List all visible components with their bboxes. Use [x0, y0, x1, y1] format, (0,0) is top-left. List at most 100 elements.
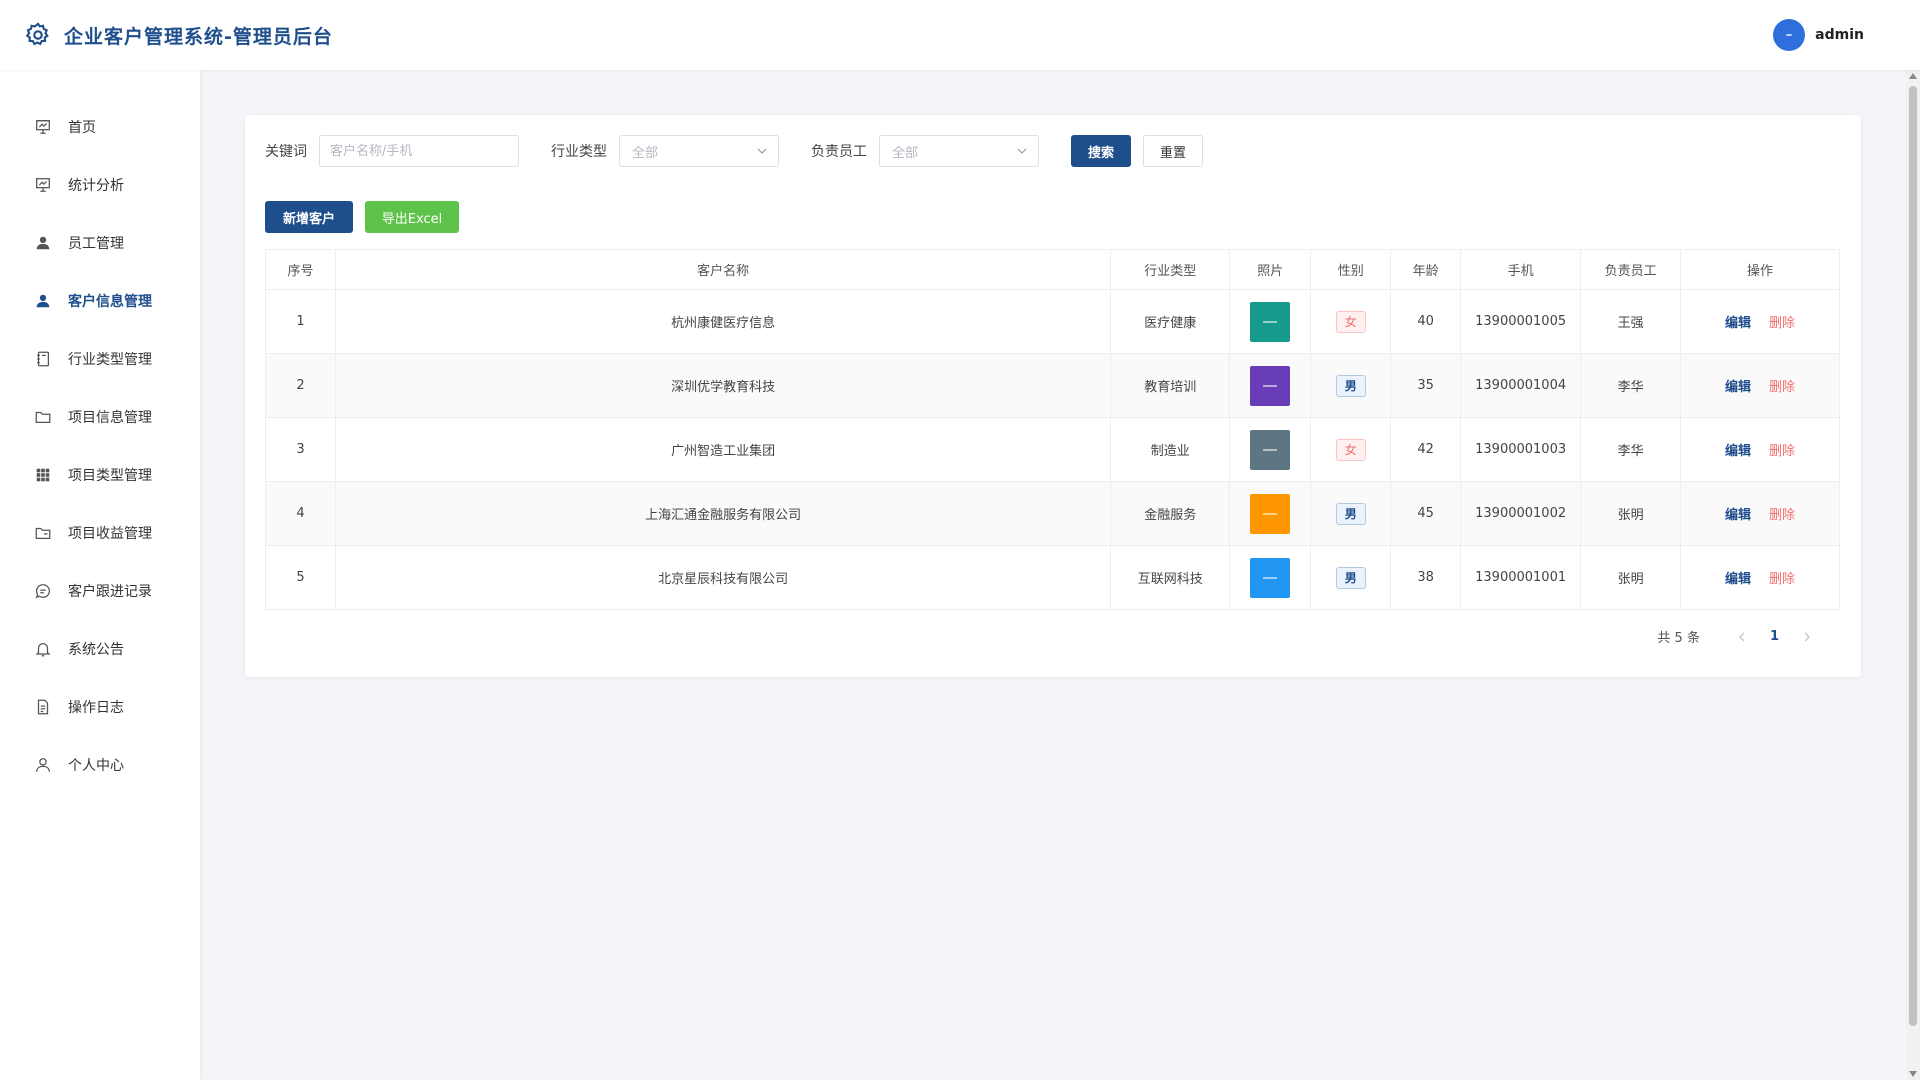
- cell-actions: 编辑 删除: [1680, 545, 1840, 610]
- customer-photo[interactable]: [1250, 557, 1291, 598]
- chevron-right-icon[interactable]: [1799, 629, 1815, 645]
- cell-age: 38: [1390, 545, 1462, 610]
- sidebar-item-label: 操作日志: [68, 700, 124, 716]
- customer-photo[interactable]: [1250, 429, 1291, 470]
- user-filled-icon: [36, 236, 50, 250]
- scroll-down-arrow-icon[interactable]: [1909, 1071, 1917, 1077]
- cell-industry: 互联网科技: [1110, 545, 1231, 610]
- cell-photo: [1229, 353, 1312, 418]
- cell-age: 45: [1390, 481, 1462, 546]
- cell-gender: 男: [1310, 353, 1392, 418]
- table-row: 1 杭州康健医疗信息 医疗健康 女 40 13900001005 王强 编辑 删除: [265, 289, 1840, 354]
- cell-gender: 女: [1310, 289, 1392, 354]
- filter-bar: 关键词 行业类型 全部 负责员工 全部 搜索 重置: [265, 135, 1203, 167]
- customer-photo[interactable]: [1250, 365, 1291, 406]
- cell-actions: 编辑 删除: [1680, 417, 1840, 482]
- sidebar-item-projects[interactable]: 项目信息管理: [0, 388, 200, 446]
- total-count: 共 5 条: [1657, 631, 1700, 646]
- cell-staff: 李华: [1580, 353, 1682, 418]
- sidebar-item-label: 行业类型管理: [68, 352, 152, 368]
- sidebar-item-logs[interactable]: 操作日志: [0, 678, 200, 736]
- gender-tag: 男: [1335, 502, 1366, 525]
- table-row: 3 广州智造工业集团 制造业 女 42 13900001003 李华 编辑 删除: [265, 417, 1840, 482]
- cell-customer-name: 上海汇通金融服务有限公司: [334, 481, 1112, 546]
- presentation-icon: [36, 120, 50, 134]
- sidebar-item-project-types[interactable]: 项目类型管理: [0, 446, 200, 504]
- scrollbar-thumb[interactable]: [1909, 86, 1917, 1026]
- cell-staff: 王强: [1580, 289, 1682, 354]
- user-menu[interactable]: admin: [1773, 19, 1864, 51]
- cell-no: 3: [265, 417, 336, 482]
- sidebar-item-label: 项目类型管理: [68, 468, 152, 484]
- table-row: 4 上海汇通金融服务有限公司 金融服务 男 45 13900001002 张明 …: [265, 481, 1840, 546]
- edit-link[interactable]: 编辑: [1725, 444, 1751, 459]
- sidebar-item-statistics[interactable]: 统计分析: [0, 156, 200, 214]
- table-header-row: 序号 客户名称 行业类型 照片 性别 年龄 手机 负责员工 操作: [265, 249, 1840, 290]
- chevron-left-icon[interactable]: [1734, 629, 1750, 645]
- sidebar-item-label: 统计分析: [68, 178, 124, 194]
- page-number[interactable]: 1: [1770, 629, 1779, 644]
- cell-gender: 男: [1310, 481, 1392, 546]
- edit-link[interactable]: 编辑: [1725, 572, 1751, 587]
- cell-photo: [1229, 545, 1312, 610]
- staff-select[interactable]: 全部: [879, 135, 1039, 167]
- delete-link[interactable]: 删除: [1769, 316, 1795, 331]
- cell-industry: 金融服务: [1110, 481, 1231, 546]
- sidebar-item-home[interactable]: 首页: [0, 98, 200, 156]
- cell-actions: 编辑 删除: [1680, 353, 1840, 418]
- gender-tag: 女: [1335, 310, 1366, 333]
- sidebar-item-customers[interactable]: 客户信息管理: [0, 272, 200, 330]
- sidebar-item-profile[interactable]: 个人中心: [0, 736, 200, 794]
- cell-actions: 编辑 删除: [1680, 481, 1840, 546]
- delete-link[interactable]: 删除: [1769, 508, 1795, 523]
- cell-actions: 编辑 删除: [1680, 289, 1840, 354]
- sidebar-item-employees[interactable]: 员工管理: [0, 214, 200, 272]
- keyword-input[interactable]: [319, 135, 519, 167]
- cell-phone: 13900001004: [1460, 353, 1582, 418]
- sidebar-item-industry-types[interactable]: 行业类型管理: [0, 330, 200, 388]
- bell-icon: [35, 642, 51, 657]
- cell-customer-name: 杭州康健医疗信息: [334, 289, 1112, 354]
- cell-photo: [1229, 417, 1312, 482]
- industry-select[interactable]: 全部: [619, 135, 779, 167]
- sidebar-item-project-revenue[interactable]: 项目收益管理: [0, 504, 200, 562]
- delete-link[interactable]: 删除: [1769, 444, 1795, 459]
- export-excel-button[interactable]: 导出Excel: [365, 201, 459, 233]
- customer-photo[interactable]: [1250, 301, 1291, 342]
- delete-link[interactable]: 删除: [1769, 380, 1795, 395]
- cell-age: 35: [1390, 353, 1462, 418]
- add-customer-button[interactable]: 新增客户: [265, 201, 353, 233]
- search-button[interactable]: 搜索: [1071, 135, 1131, 167]
- customer-list-card: 关键词 行业类型 全部 负责员工 全部 搜索 重置 新增客户 导出Excel 序…: [245, 115, 1861, 677]
- vertical-scrollbar[interactable]: [1906, 70, 1920, 1080]
- gender-tag: 女: [1335, 438, 1366, 461]
- column-header: 手机: [1460, 249, 1582, 290]
- keyword-label: 关键词: [265, 144, 307, 160]
- sidebar-item-label: 个人中心: [68, 758, 124, 774]
- column-header: 照片: [1229, 249, 1312, 290]
- edit-link[interactable]: 编辑: [1725, 380, 1751, 395]
- cell-phone: 13900001003: [1460, 417, 1582, 482]
- cell-phone: 13900001002: [1460, 481, 1582, 546]
- delete-link[interactable]: 删除: [1769, 572, 1795, 587]
- cell-photo: [1229, 481, 1312, 546]
- cell-gender: 男: [1310, 545, 1392, 610]
- avatar[interactable]: [1773, 19, 1806, 51]
- edit-link[interactable]: 编辑: [1725, 316, 1751, 331]
- scroll-up-arrow-icon[interactable]: [1909, 73, 1917, 79]
- sidebar-item-announcements[interactable]: 系统公告: [0, 620, 200, 678]
- user-filled-icon: [36, 294, 50, 308]
- grid-icon: [36, 468, 50, 482]
- sidebar-item-followups[interactable]: 客户跟进记录: [0, 562, 200, 620]
- top-header: 企业客户管理系统-管理员后台 admin: [0, 0, 1920, 70]
- cell-age: 40: [1390, 289, 1462, 354]
- cell-customer-name: 广州智造工业集团: [334, 417, 1112, 482]
- reset-button[interactable]: 重置: [1143, 135, 1203, 167]
- customer-photo[interactable]: [1250, 493, 1291, 534]
- sidebar-item-label: 项目信息管理: [68, 410, 152, 426]
- app-title: 企业客户管理系统-管理员后台: [64, 26, 333, 48]
- edit-link[interactable]: 编辑: [1725, 508, 1751, 523]
- sidebar-item-label: 客户信息管理: [68, 294, 152, 310]
- column-header: 客户名称: [334, 249, 1112, 290]
- customer-table: 序号 客户名称 行业类型 照片 性别 年龄 手机 负责员工 操作 1 杭州康健医…: [265, 249, 1840, 610]
